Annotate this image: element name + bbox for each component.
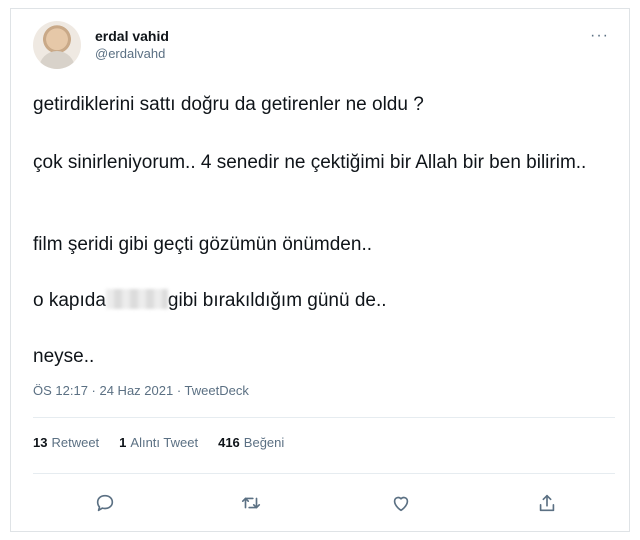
action-bar	[33, 483, 615, 523]
quote-stat[interactable]: 1 Alıntı Tweet	[119, 435, 198, 450]
engagement-stats: 13 Retweet 1 Alıntı Tweet 416 Beğeni	[33, 435, 284, 450]
like-label: Beğeni	[243, 435, 285, 450]
more-horizontal-icon[interactable]: ···	[590, 27, 609, 45]
tweet-line-2: çok sinirleniyorum.. 4 senedir ne çektiğ…	[33, 152, 587, 173]
retweet-button[interactable]	[237, 489, 265, 517]
heart-icon	[393, 496, 409, 512]
avatar-figure	[39, 51, 75, 69]
avatar[interactable]	[33, 21, 81, 69]
tweet-line-4: o kapıda gibi bırakıldığım günü de..	[33, 289, 387, 313]
tweet-card: erdal vahid @erdalvahd ··· getirdiklerin…	[10, 8, 630, 532]
retweet-count: 13	[33, 435, 48, 450]
like-stat[interactable]: 416 Beğeni	[218, 435, 284, 450]
tweet-header: erdal vahid @erdalvahd ···	[33, 19, 615, 69]
retweet-icon	[241, 497, 261, 509]
tweet-timestamp[interactable]: ÖS 12:17 · 24 Haz 2021 · TweetDeck	[33, 383, 249, 398]
share-icon	[539, 494, 555, 512]
quote-label: Alıntı Tweet	[130, 435, 199, 450]
reply-icon	[96, 494, 114, 512]
retweet-label: Retweet	[51, 435, 100, 450]
like-button[interactable]	[387, 489, 415, 517]
share-button[interactable]	[533, 489, 561, 517]
divider	[33, 473, 615, 474]
divider	[33, 417, 615, 418]
display-name[interactable]: erdal vahid	[95, 27, 169, 45]
tweet-line-5: neyse..	[33, 346, 95, 367]
like-count: 416	[218, 435, 240, 450]
tweet-line-4-start: o kapıda	[33, 290, 106, 311]
user-names: erdal vahid @erdalvahd	[95, 27, 169, 63]
reply-button[interactable]	[91, 489, 119, 517]
censored-word	[105, 289, 168, 309]
tweet-line-1: getirdiklerini sattı doğru da getirenler…	[33, 94, 424, 115]
quote-count: 1	[119, 435, 127, 450]
retweet-stat[interactable]: 13 Retweet	[33, 435, 99, 450]
user-handle[interactable]: @erdalvahd	[95, 45, 169, 63]
tweet-line-4-end: gibi bırakıldığım günü de..	[167, 290, 387, 311]
tweet-line-3: film şeridi gibi geçti gözümün önümden..	[33, 234, 373, 255]
